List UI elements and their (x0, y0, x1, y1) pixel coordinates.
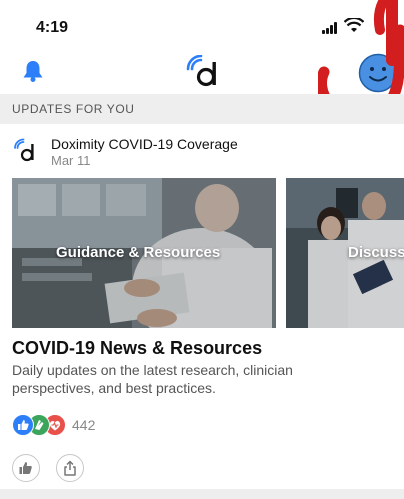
article-description: Daily updates on the latest research, cl… (12, 362, 293, 396)
thumbs-up-icon (19, 462, 32, 474)
wifi-icon (344, 18, 364, 32)
bell-icon[interactable] (20, 58, 46, 84)
doximity-logo (186, 55, 216, 87)
image-carousel[interactable]: Guidance & Resources Discuss (0, 178, 404, 328)
card-label-guidance: Guidance & Resources (56, 244, 221, 261)
top-nav-bar (0, 50, 404, 94)
carousel-card-discuss[interactable]: Discuss (286, 178, 404, 328)
doximity-source-logo (14, 138, 34, 162)
post-source-name: Doximity COVID-19 Coverage (51, 136, 238, 152)
reaction-count: 442 (72, 417, 96, 433)
post-header[interactable]: Doximity COVID-19 Coverage Mar 11 (0, 130, 404, 170)
status-bar: 4:19 (0, 0, 404, 50)
section-header: UPDATES FOR YOU (0, 94, 404, 124)
article-title[interactable]: COVID-19 News & Resources (12, 338, 262, 359)
like-button[interactable] (12, 454, 40, 482)
share-icon (64, 460, 76, 476)
status-time: 4:19 (36, 19, 69, 36)
carousel-card-guidance[interactable]: Guidance & Resources (12, 178, 276, 328)
card-label-discuss: Discuss (348, 244, 404, 261)
like-reaction-icon (12, 414, 34, 436)
smiley-avatar[interactable] (358, 53, 398, 93)
signal-icon (322, 22, 340, 34)
post-date: Mar 11 (51, 153, 91, 168)
share-button[interactable] (56, 454, 84, 482)
feed-separator (0, 489, 404, 499)
section-title: UPDATES FOR YOU (12, 102, 135, 116)
